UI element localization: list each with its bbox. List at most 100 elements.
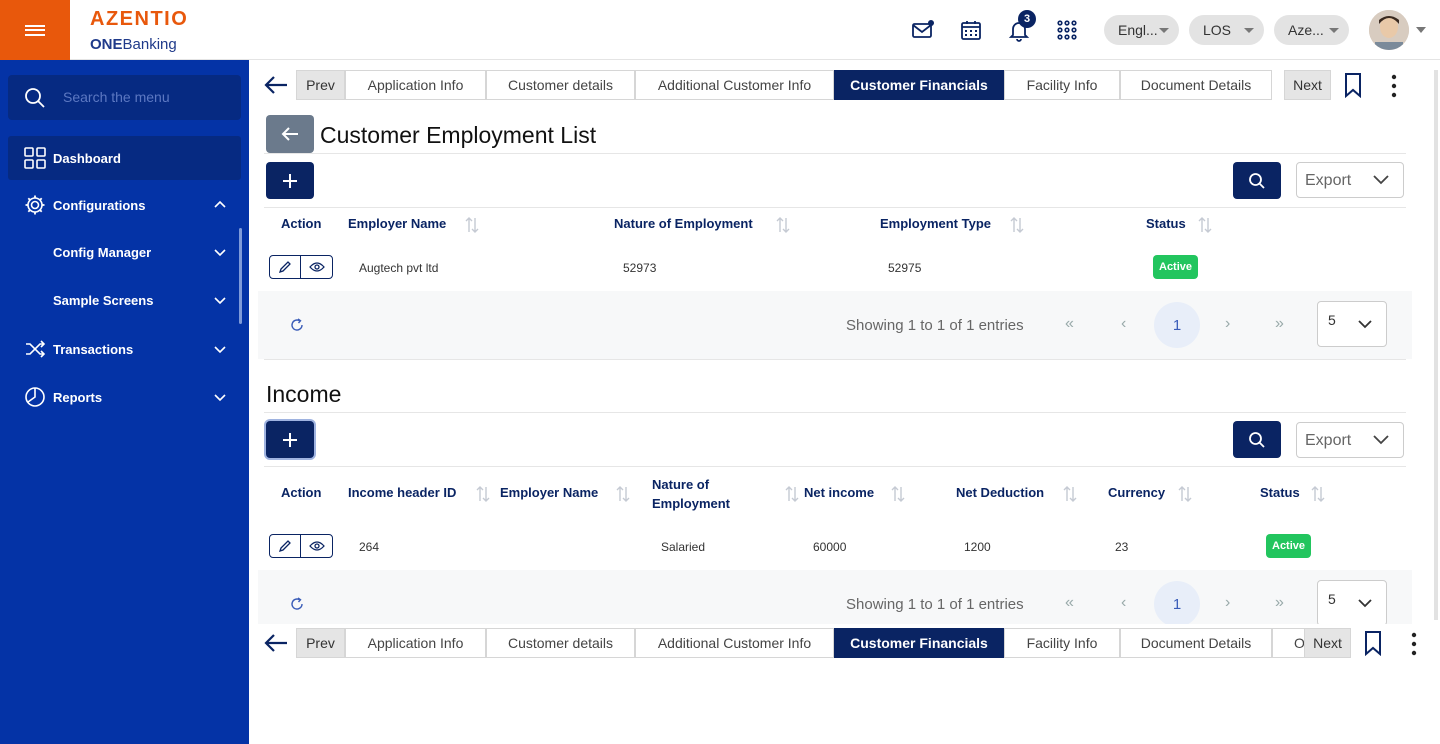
- view-button[interactable]: [301, 535, 332, 557]
- column-header-employer-name[interactable]: Employer Name: [348, 216, 446, 231]
- tab-document-details[interactable]: Document Details: [1120, 70, 1272, 100]
- logo-azentio: AZENTIO: [90, 8, 189, 30]
- sidebar-item-label: Config Manager: [53, 244, 152, 260]
- column-header-employer-name[interactable]: Employer Name: [500, 485, 598, 500]
- income-row: 264 Salaried 60000 1200 23 Active: [258, 518, 1412, 570]
- tab-application-info[interactable]: Application Info: [345, 628, 486, 658]
- page-size-select[interactable]: 5: [1317, 580, 1387, 624]
- add-income-button[interactable]: [266, 421, 314, 458]
- tab-customer-details[interactable]: Customer details: [486, 70, 635, 100]
- refresh-icon[interactable]: [290, 597, 304, 611]
- next-page-button[interactable]: ›: [1225, 315, 1230, 333]
- tab-prev-button[interactable]: Prev: [296, 628, 345, 658]
- entries-info: Showing 1 to 1 of 1 entries: [846, 596, 1024, 613]
- column-header-nature-of-employment[interactable]: Nature of Employment: [652, 475, 762, 513]
- apps-grid-icon[interactable]: [1055, 18, 1079, 42]
- tab-additional-customer-info[interactable]: Additional Customer Info: [635, 70, 834, 100]
- divider: [264, 412, 1406, 413]
- refresh-icon[interactable]: [290, 318, 304, 332]
- content-scrollbar[interactable]: [1434, 70, 1438, 620]
- tab-prev-button[interactable]: Prev: [296, 70, 345, 100]
- sidebar-scrollbar[interactable]: [239, 228, 242, 324]
- column-header-status[interactable]: Status: [1146, 216, 1186, 231]
- tab-additional-customer-info[interactable]: Additional Customer Info: [635, 628, 834, 658]
- tab-next-button[interactable]: Next: [1284, 70, 1331, 100]
- add-employment-button[interactable]: [266, 162, 314, 199]
- chevron-down-icon: [1244, 28, 1254, 33]
- first-page-button[interactable]: «: [1065, 594, 1074, 612]
- sort-icon[interactable]: [1009, 216, 1025, 234]
- prev-page-button[interactable]: ‹: [1121, 315, 1126, 333]
- prev-page-button[interactable]: ‹: [1121, 594, 1126, 612]
- sort-icon[interactable]: [475, 485, 491, 503]
- sidebar-item-config-manager[interactable]: Config Manager: [8, 230, 241, 274]
- bookmark-icon[interactable]: [1364, 630, 1382, 656]
- tab-customer-details[interactable]: Customer details: [486, 628, 635, 658]
- user-avatar[interactable]: [1369, 10, 1409, 50]
- column-header-currency[interactable]: Currency: [1108, 485, 1165, 500]
- sidebar-item-transactions[interactable]: Transactions: [8, 327, 241, 371]
- bookmark-icon[interactable]: [1344, 72, 1362, 98]
- page-size-select[interactable]: 5: [1317, 301, 1387, 347]
- tab-bar-bottom: Prev Application Info Customer details A…: [258, 628, 1440, 662]
- mail-icon[interactable]: [911, 18, 935, 42]
- more-vertical-icon[interactable]: [1388, 73, 1400, 99]
- first-page-button[interactable]: «: [1065, 315, 1074, 333]
- chevron-down-icon: [214, 394, 226, 402]
- column-header-net-income[interactable]: Net income: [804, 485, 874, 500]
- entity-select[interactable]: Aze...: [1274, 15, 1349, 45]
- export-select[interactable]: Export: [1296, 422, 1404, 458]
- sort-icon[interactable]: [890, 485, 906, 503]
- dashboard-icon: [24, 147, 46, 169]
- sidebar-item-dashboard[interactable]: Dashboard: [8, 136, 241, 180]
- column-header-status[interactable]: Status: [1260, 485, 1300, 500]
- search-income-button[interactable]: [1233, 421, 1281, 458]
- tab-document-details[interactable]: Document Details: [1120, 628, 1272, 658]
- tab-application-info[interactable]: Application Info: [345, 70, 486, 100]
- language-select[interactable]: Engl...: [1104, 15, 1179, 45]
- back-arrow-icon[interactable]: [263, 632, 289, 654]
- entries-info: Showing 1 to 1 of 1 entries: [846, 317, 1024, 334]
- more-vertical-icon[interactable]: [1408, 631, 1420, 657]
- last-page-button[interactable]: »: [1275, 594, 1284, 612]
- tab-facility-info[interactable]: Facility Info: [1004, 628, 1120, 658]
- sort-icon[interactable]: [1197, 216, 1213, 234]
- column-header-net-deduction[interactable]: Net Deduction: [956, 485, 1044, 500]
- tab-customer-financials[interactable]: Customer Financials: [834, 628, 1004, 658]
- sort-icon[interactable]: [1177, 485, 1193, 503]
- menu-search-input[interactable]: Search the menu: [8, 75, 241, 120]
- sort-icon[interactable]: [784, 485, 800, 503]
- back-arrow-icon[interactable]: [263, 74, 289, 96]
- user-menu-caret-icon[interactable]: [1416, 27, 1426, 35]
- calendar-icon[interactable]: [959, 18, 983, 42]
- tab-next-button[interactable]: Next: [1304, 628, 1351, 658]
- tab-customer-financials[interactable]: Customer Financials: [834, 70, 1004, 100]
- module-select[interactable]: LOS: [1189, 15, 1264, 45]
- sort-icon[interactable]: [464, 216, 480, 234]
- sidebar-item-sample-screens[interactable]: Sample Screens: [8, 278, 241, 322]
- column-header-employment-type[interactable]: Employment Type: [880, 216, 991, 231]
- current-page-button[interactable]: 1: [1154, 581, 1200, 624]
- tab-facility-info[interactable]: Facility Info: [1004, 70, 1120, 100]
- current-page-button[interactable]: 1: [1154, 302, 1200, 348]
- sort-icon[interactable]: [775, 216, 791, 234]
- menu-search-placeholder: Search the menu: [63, 89, 170, 105]
- sort-icon[interactable]: [1310, 485, 1326, 503]
- status-badge: Active: [1266, 534, 1312, 558]
- edit-button[interactable]: [270, 256, 302, 278]
- sidebar-item-configurations[interactable]: Configurations: [8, 183, 241, 227]
- hamburger-menu-button[interactable]: [0, 0, 70, 60]
- next-page-button[interactable]: ›: [1225, 594, 1230, 612]
- column-header-nature-of-employment[interactable]: Nature of Employment: [614, 216, 753, 231]
- view-button[interactable]: [301, 256, 332, 278]
- section-back-button[interactable]: [266, 115, 314, 153]
- export-select[interactable]: Export: [1296, 162, 1404, 198]
- edit-button[interactable]: [270, 535, 302, 557]
- search-employment-button[interactable]: [1233, 162, 1281, 199]
- column-header-income-header-id[interactable]: Income header ID: [348, 485, 456, 500]
- sort-icon[interactable]: [615, 485, 631, 503]
- sidebar: Search the menu Dashboard Configurations…: [0, 60, 249, 744]
- last-page-button[interactable]: »: [1275, 315, 1284, 333]
- sidebar-item-reports[interactable]: Reports: [8, 375, 241, 419]
- sort-icon[interactable]: [1062, 485, 1078, 503]
